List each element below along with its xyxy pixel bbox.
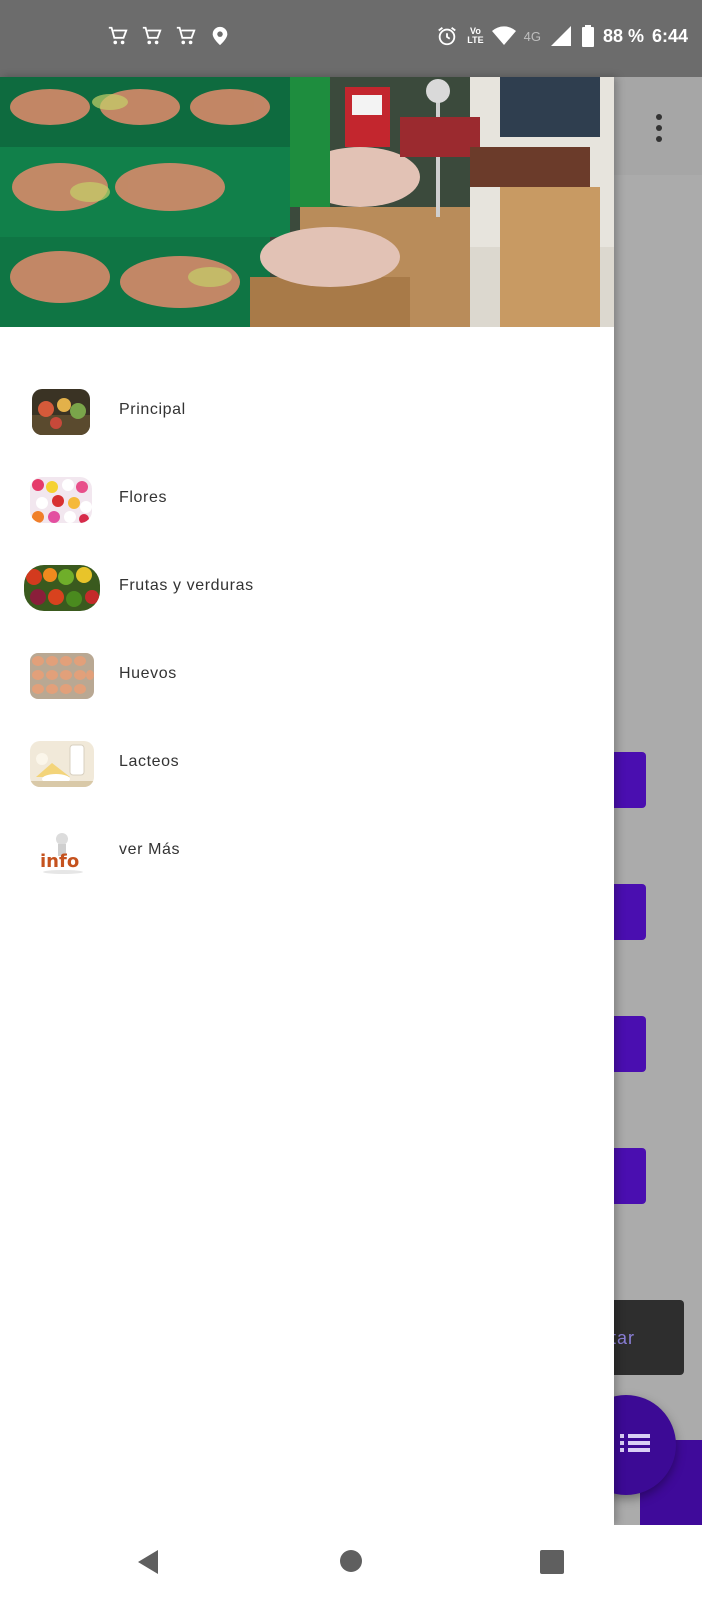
back-icon[interactable] <box>136 1549 160 1580</box>
eggs-thumbnail <box>30 653 94 699</box>
dairy-thumbnail <box>30 741 94 787</box>
wifi-icon <box>491 24 516 48</box>
cart-icon <box>140 24 164 48</box>
location-pin-icon <box>208 24 232 48</box>
menu-item-principal[interactable]: Principal <box>0 367 614 455</box>
system-status: Vo LTE 4G 88 % 6:44 <box>435 24 688 48</box>
menu-item-lacteos[interactable]: Lacteos <box>0 719 614 807</box>
menu-item-flores[interactable]: Flores <box>0 455 614 543</box>
menu-label: ver Más <box>119 841 181 858</box>
status-bar: Vo LTE 4G 88 % 6:44 <box>0 0 702 77</box>
cart-icon <box>174 24 198 48</box>
menu-item-ver-mas[interactable]: info ver Más <box>0 807 614 895</box>
menu-label: Principal <box>119 401 186 418</box>
drawer-header-image <box>0 77 614 327</box>
store-thumbnail <box>32 389 90 435</box>
signal-icon <box>549 24 573 48</box>
menu-label: Lacteos <box>119 753 180 770</box>
list-icon <box>618 1430 652 1456</box>
menu-label: Huevos <box>119 665 177 682</box>
menu-label: Flores <box>119 489 168 506</box>
home-icon[interactable] <box>339 1549 363 1578</box>
svg-text:info: info <box>40 851 79 872</box>
menu-label: Frutas y verduras <box>119 577 254 594</box>
cart-icon <box>106 24 130 48</box>
battery-percent: 88 % <box>602 25 644 46</box>
flowers-thumbnail <box>30 477 92 523</box>
notification-icons <box>106 24 232 48</box>
menu-item-huevos[interactable]: Huevos <box>0 631 614 719</box>
info-thumbnail: info <box>38 829 88 875</box>
alarm-icon <box>435 24 459 48</box>
menu-item-frutas-y-verduras[interactable]: Frutas y verduras <box>0 543 614 631</box>
navigation-bar <box>0 1525 702 1600</box>
network-type: 4G <box>523 28 541 44</box>
battery-icon <box>581 24 595 48</box>
navigation-drawer: Principal Flores Frutas y verduras Huevo… <box>0 77 614 1525</box>
more-vert-icon[interactable] <box>654 113 664 143</box>
clock: 6:44 <box>651 25 688 46</box>
recents-icon[interactable] <box>540 1550 564 1579</box>
produce-thumbnail <box>24 565 100 611</box>
volte-indicator: Vo LTE <box>467 26 484 45</box>
